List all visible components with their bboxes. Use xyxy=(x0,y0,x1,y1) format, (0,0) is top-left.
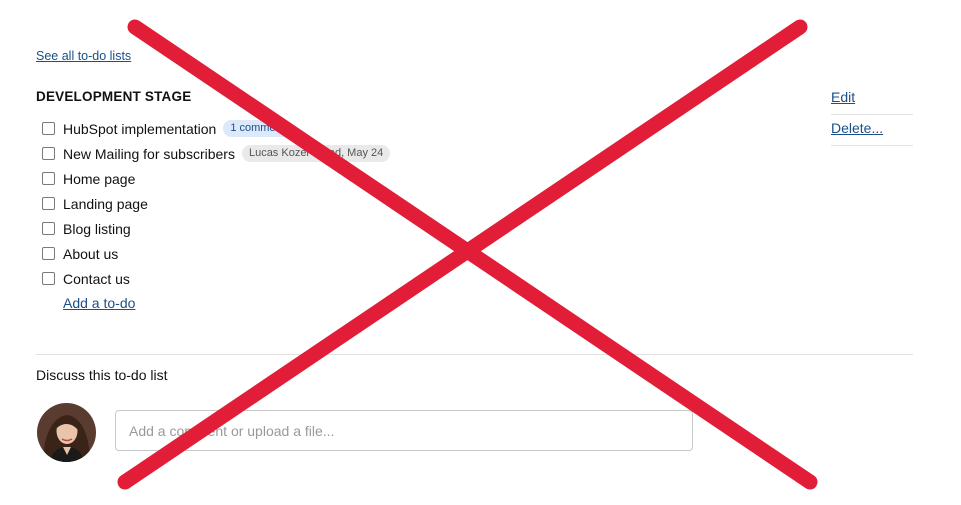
add-todo-link[interactable]: Add a to-do xyxy=(63,295,135,311)
see-all-todo-lists-link[interactable]: See all to-do lists xyxy=(36,49,131,63)
todo-checkbox[interactable] xyxy=(42,272,55,285)
todo-item: New Mailing for subscribers Lucas Kozel ·… xyxy=(42,141,391,166)
todo-checkbox[interactable] xyxy=(42,147,55,160)
todo-list-title: DEVELOPMENT STAGE xyxy=(36,89,192,104)
todo-checkbox[interactable] xyxy=(42,197,55,210)
comment-count-badge[interactable]: 1 comment xyxy=(223,120,292,137)
todo-item: Blog listing xyxy=(42,216,390,241)
todo-checkbox[interactable] xyxy=(42,247,55,260)
todo-item: HubSpot implementation 1 comment xyxy=(42,116,390,141)
comment-input[interactable] xyxy=(115,410,693,451)
todo-item: Contact us xyxy=(42,266,390,291)
user-avatar-photo xyxy=(37,403,96,462)
todo-item: About us xyxy=(42,241,390,266)
todo-label[interactable]: About us xyxy=(63,246,118,262)
todo-checkbox[interactable] xyxy=(42,172,55,185)
todo-list: HubSpot implementation 1 comment New Maili… xyxy=(42,116,391,291)
todo-label[interactable]: New Mailing for subscribers xyxy=(63,146,235,162)
todo-label[interactable]: HubSpot implementation xyxy=(63,121,216,137)
section-divider xyxy=(36,354,913,355)
list-actions: Edit Delete... xyxy=(831,84,913,146)
avatar xyxy=(37,403,96,462)
discussion-title: Discuss this to-do list xyxy=(36,367,168,383)
todo-label[interactable]: Landing page xyxy=(63,196,148,212)
todo-item: Home page xyxy=(42,166,390,191)
todo-label[interactable]: Contact us xyxy=(63,271,130,287)
todo-item: Landing page xyxy=(42,191,390,216)
todo-checkbox[interactable] xyxy=(42,222,55,235)
delete-link[interactable]: Delete... xyxy=(831,115,913,146)
edit-link[interactable]: Edit xyxy=(831,84,913,115)
todo-checkbox[interactable] xyxy=(42,122,55,135)
todo-label[interactable]: Blog listing xyxy=(63,221,131,237)
assignee-due-date-badge: Lucas Kozel · Wed, May 24 xyxy=(241,145,391,162)
todo-label[interactable]: Home page xyxy=(63,171,135,187)
